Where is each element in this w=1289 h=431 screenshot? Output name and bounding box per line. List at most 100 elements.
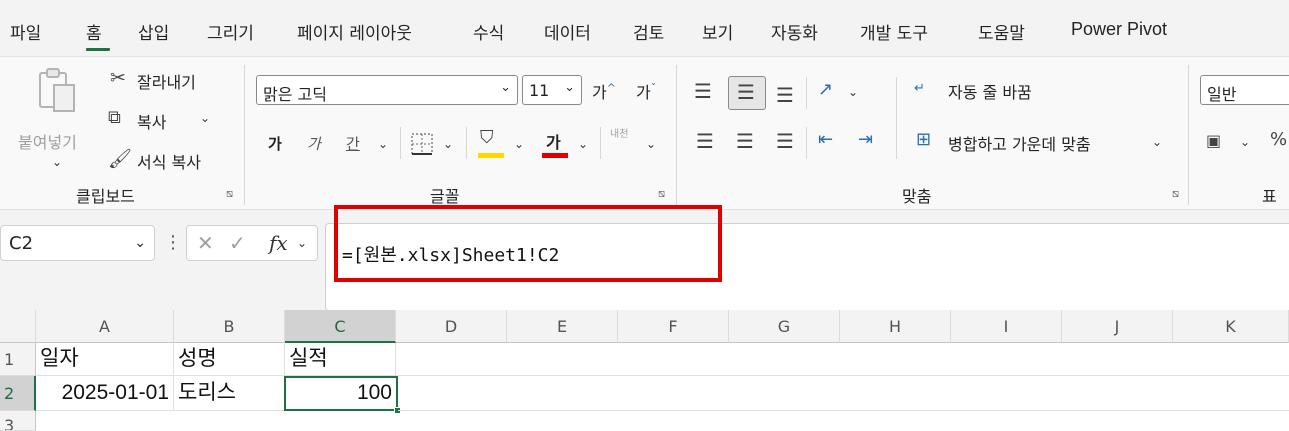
shrink-font-icon: 가	[636, 83, 651, 102]
underline-chevron-icon[interactable]: ⌄	[378, 137, 388, 151]
tab-data[interactable]: 데이터	[544, 19, 591, 44]
row-header[interactable]: 3	[0, 411, 36, 431]
menu-bar: 파일 홈 삽입 그리기 페이지 레이아웃 수식 데이터 검토 보기 자동화 개발…	[0, 0, 1289, 56]
font-size-select[interactable]: 11 ⌄	[522, 75, 582, 105]
tab-formulas[interactable]: 수식	[473, 19, 504, 44]
grow-font-button[interactable]: 가^	[592, 79, 616, 103]
worksheet-grid: A B C D E F G H I J K 1 2 3 일자 성명 실적 202…	[0, 310, 1289, 431]
column-header[interactable]: I	[951, 310, 1062, 343]
column-header[interactable]: H	[840, 310, 951, 343]
alignment-launcher-icon[interactable]: ⧅	[1172, 187, 1179, 201]
border-chevron-icon[interactable]: ⌄	[443, 137, 453, 151]
phonetic-guide-icon[interactable]: 내천	[610, 129, 630, 140]
tab-power-pivot[interactable]: Power Pivot	[1071, 19, 1167, 40]
italic-button[interactable]: 가	[307, 133, 321, 154]
align-left-icon[interactable]: ☰	[696, 129, 714, 153]
name-box[interactable]: C2 ⌄	[0, 225, 155, 261]
row-header-selected[interactable]: 2	[0, 376, 36, 411]
more-options-icon[interactable]: ⋮	[164, 232, 182, 253]
tab-review[interactable]: 검토	[633, 19, 664, 44]
percent-icon[interactable]: %	[1270, 129, 1287, 150]
column-header[interactable]: K	[1173, 310, 1289, 343]
separator	[1188, 65, 1189, 205]
increase-indent-icon[interactable]: ⇥	[858, 129, 873, 150]
chevron-down-icon[interactable]: ⌄	[297, 236, 307, 250]
column-header[interactable]: E	[507, 310, 618, 343]
insert-function-button[interactable]: fx	[269, 231, 288, 255]
name-box-value: C2	[9, 233, 34, 254]
separator	[244, 65, 245, 205]
select-all-corner[interactable]	[0, 310, 36, 343]
cell-c2-active[interactable]: 100	[284, 376, 398, 411]
tab-home[interactable]: 홈	[86, 19, 102, 44]
number-format-select[interactable]: 일반	[1200, 75, 1289, 105]
align-right-icon[interactable]: ☰	[776, 129, 794, 153]
decrease-indent-icon[interactable]: ⇤	[818, 129, 833, 150]
wrap-text-button[interactable]: 자동 줄 바꿈	[948, 79, 1032, 103]
cut-icon: ✂	[110, 67, 126, 89]
paste-button[interactable]: 붙여넣기 ⌄	[16, 67, 92, 169]
copy-chevron-icon[interactable]: ⌄	[200, 111, 210, 125]
cell-a2[interactable]: 2025-01-01	[36, 376, 174, 411]
column-header[interactable]: A	[36, 310, 174, 343]
enter-icon[interactable]: ✓	[229, 231, 246, 255]
chevron-down-icon: ⌄	[500, 80, 511, 95]
paste-label: 붙여넣기	[18, 133, 77, 152]
align-top-icon[interactable]: ☰	[694, 79, 712, 103]
tab-file[interactable]: 파일	[10, 19, 41, 44]
font-name-select[interactable]: 맑은 고딕 ⌄	[256, 75, 518, 105]
shrink-font-button[interactable]: 가ˇ	[636, 79, 656, 103]
orientation-icon[interactable]: ↗	[818, 79, 833, 100]
row-header[interactable]: 1	[0, 343, 36, 376]
tab-help[interactable]: 도움말	[978, 19, 1025, 44]
align-middle-button[interactable]: ☰	[728, 76, 766, 110]
ribbon: 붙여넣기 ⌄ ✂ 잘라내기 ⧉ 복사 ⌄ 🖌 서식 복사 클립보드 ⧅ 맑은 고…	[0, 56, 1289, 210]
format-painter-icon: 🖌	[108, 148, 133, 170]
format-painter-button[interactable]: 서식 복사	[137, 149, 201, 173]
orientation-chevron-icon[interactable]: ⌄	[848, 85, 858, 99]
annotation-highlight-box	[334, 205, 722, 282]
merge-chevron-icon[interactable]: ⌄	[1152, 135, 1162, 149]
tab-insert[interactable]: 삽입	[138, 19, 169, 44]
tab-automate[interactable]: 자동화	[771, 19, 818, 44]
currency-chevron-icon[interactable]: ⌄	[1240, 135, 1250, 149]
column-header[interactable]: B	[174, 310, 285, 343]
underline-button[interactable]: 간	[346, 133, 360, 154]
tab-view[interactable]: 보기	[702, 19, 733, 44]
phonetic-chevron-icon[interactable]: ⌄	[646, 137, 656, 151]
border-icon[interactable]	[411, 133, 433, 155]
fill-color-icon[interactable]: ⛉	[480, 127, 494, 148]
tab-draw[interactable]: 그리기	[207, 19, 254, 44]
cell-b2[interactable]: 도리스	[174, 376, 285, 411]
cell-a1[interactable]: 일자	[36, 343, 174, 376]
currency-icon[interactable]: ▣	[1206, 131, 1221, 150]
column-header-selected[interactable]: C	[285, 310, 396, 343]
alignment-group-label: 맞춤	[902, 187, 932, 206]
merge-center-button[interactable]: 병합하고 가운데 맞춤	[948, 131, 1091, 155]
cell-c1[interactable]: 실적	[285, 343, 396, 376]
cancel-icon[interactable]: ✕	[197, 231, 214, 255]
bold-button[interactable]: 가	[268, 133, 282, 154]
empty-cells[interactable]	[396, 343, 1289, 376]
tab-developer[interactable]: 개발 도구	[860, 19, 928, 44]
fill-color-chevron-icon[interactable]: ⌄	[514, 137, 524, 151]
chevron-down-icon: ⌄	[564, 80, 575, 95]
font-name-value: 맑은 고딕	[263, 85, 327, 104]
column-header[interactable]: J	[1062, 310, 1173, 343]
font-color-icon[interactable]: 가	[546, 129, 561, 153]
font-launcher-icon[interactable]: ⧅	[658, 187, 665, 201]
cell-b1[interactable]: 성명	[174, 343, 285, 376]
align-bottom-icon[interactable]: ☰	[776, 83, 794, 107]
font-color-chevron-icon[interactable]: ⌄	[578, 137, 588, 151]
clipboard-launcher-icon[interactable]: ⧅	[226, 187, 233, 201]
align-center-icon[interactable]: ☰	[736, 129, 754, 153]
tab-page-layout[interactable]: 페이지 레이아웃	[297, 19, 412, 44]
column-header[interactable]: D	[396, 310, 507, 343]
cut-button[interactable]: 잘라내기	[137, 69, 196, 93]
empty-cells[interactable]	[398, 376, 1289, 411]
chevron-down-icon: ⌄	[134, 235, 146, 251]
empty-cells[interactable]	[36, 411, 1289, 431]
copy-button[interactable]: 복사	[137, 109, 166, 133]
column-header[interactable]: F	[618, 310, 729, 343]
column-header[interactable]: G	[729, 310, 840, 343]
